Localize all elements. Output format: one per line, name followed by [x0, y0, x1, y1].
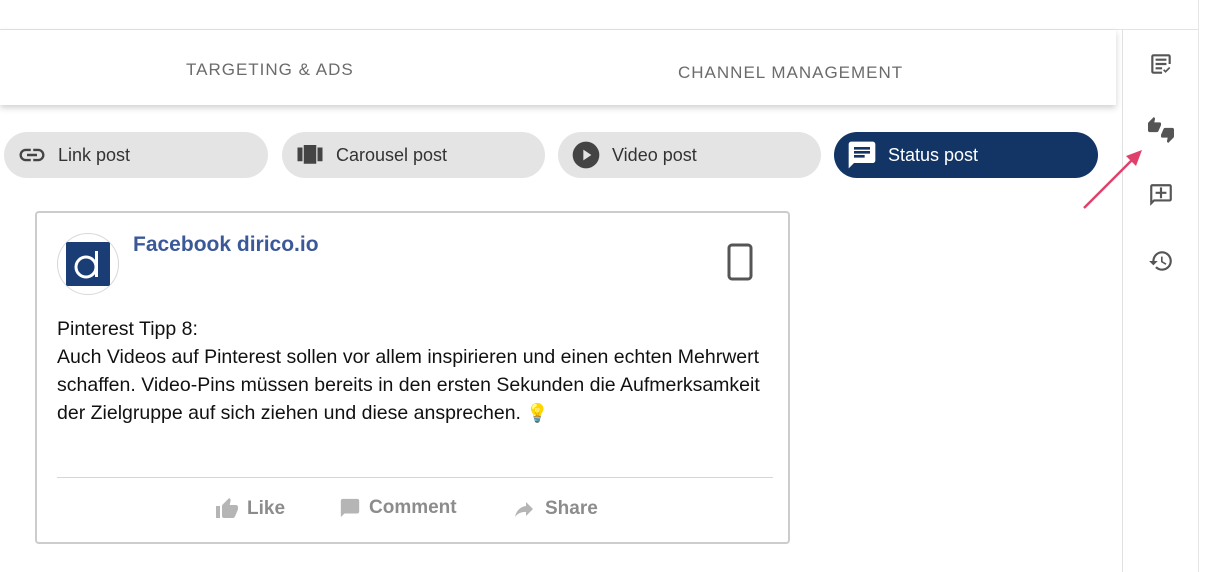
message-icon: [846, 139, 878, 171]
page-name-link[interactable]: Facebook dirico.io: [133, 233, 319, 257]
status-post-button[interactable]: Status post: [834, 132, 1098, 178]
thumbs-up-down-icon[interactable]: [1147, 116, 1175, 144]
share-icon: [515, 502, 533, 517]
history-icon[interactable]: [1147, 247, 1175, 275]
post-body: Pinterest Tipp 8: Auch Videos auf Pinter…: [57, 318, 760, 424]
tab-targeting-ads[interactable]: TARGETING & ADS: [186, 60, 354, 80]
comment-icon: [340, 498, 360, 518]
window-edge: [1198, 0, 1224, 572]
smartphone-icon[interactable]: [727, 243, 753, 281]
right-sidebar: [1122, 30, 1199, 572]
lightbulb-emoji: 💡: [526, 403, 549, 423]
dirico-logo: [66, 242, 110, 286]
comment-button[interactable]: Comment: [339, 497, 457, 519]
divider: [57, 477, 773, 478]
video-post-button[interactable]: Video post: [558, 132, 821, 178]
avatar: [57, 233, 119, 295]
share-label: Share: [545, 498, 598, 519]
link-post-button[interactable]: Link post: [4, 132, 268, 178]
video-post-label: Video post: [612, 144, 697, 165]
top-bar: [0, 0, 1200, 30]
share-button[interactable]: Share: [511, 497, 598, 521]
add-comment-icon[interactable]: [1147, 181, 1175, 209]
post-text: Pinterest Tipp 8: Auch Videos auf Pinter…: [57, 315, 777, 427]
carousel-icon: [294, 139, 326, 171]
play-circle-icon: [570, 139, 602, 171]
tab-bar: TARGETING & ADS CHANNEL MANAGEMENT: [0, 30, 1116, 105]
like-button[interactable]: Like: [215, 497, 285, 521]
carousel-post-button[interactable]: Carousel post: [282, 132, 545, 178]
post-preview-card: Facebook dirico.io Pinterest Tipp 8: Auc…: [35, 211, 790, 544]
like-label: Like: [247, 498, 286, 519]
link-icon: [16, 139, 48, 171]
tab-channel-management[interactable]: CHANNEL MANAGEMENT: [678, 63, 903, 83]
comment-label: Comment: [369, 497, 457, 518]
carousel-post-label: Carousel post: [336, 144, 448, 165]
notes-check-icon[interactable]: [1147, 50, 1175, 78]
status-post-label: Status post: [888, 144, 979, 165]
link-post-label: Link post: [58, 144, 131, 165]
like-icon: [216, 498, 238, 518]
